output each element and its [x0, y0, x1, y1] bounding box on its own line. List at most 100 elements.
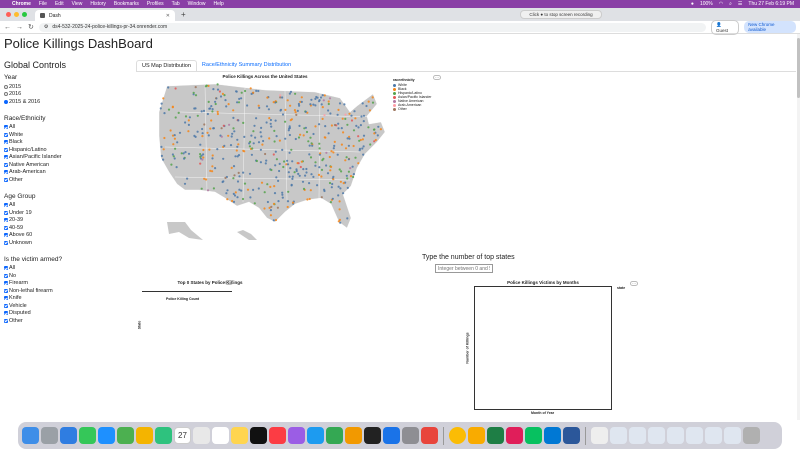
victim-point[interactable] [344, 147, 348, 150]
close-window-button[interactable] [6, 12, 11, 17]
victim-point[interactable] [174, 87, 177, 90]
victim-point[interactable] [232, 127, 235, 130]
control-center-icon[interactable]: ☰ [738, 1, 742, 7]
victim-point[interactable] [304, 174, 307, 177]
victim-point[interactable] [346, 137, 349, 140]
calendar-icon[interactable]: 27 [174, 427, 191, 444]
victim-point[interactable] [211, 157, 214, 160]
victim-point[interactable] [209, 169, 212, 172]
victim-point[interactable] [298, 174, 301, 177]
victim-point[interactable] [338, 168, 341, 171]
victim-point[interactable] [173, 157, 176, 160]
victim-point[interactable] [201, 135, 204, 138]
victim-point[interactable] [188, 116, 191, 119]
victim-point[interactable] [357, 126, 360, 129]
victim-point[interactable] [250, 153, 253, 156]
victim-point[interactable] [187, 119, 190, 122]
victim-point[interactable] [172, 143, 175, 146]
victim-point[interactable] [308, 144, 311, 147]
victim-point[interactable] [288, 133, 291, 137]
victim-point[interactable] [259, 131, 262, 134]
victim-point[interactable] [340, 127, 343, 130]
victim-point[interactable] [206, 189, 210, 192]
victim-point[interactable] [314, 164, 317, 167]
victim-point[interactable] [332, 178, 335, 181]
race-option[interactable]: Asian/Pacific Islander [4, 154, 124, 162]
victim-point[interactable] [214, 100, 217, 103]
victim-point[interactable] [346, 123, 349, 126]
bar-actions-button[interactable]: ··· [225, 280, 233, 285]
victim-point[interactable] [312, 132, 315, 136]
victim-point[interactable] [211, 110, 214, 113]
address-bar[interactable]: ⚙ ds4-532-2025-24-police-killings-pr-34.… [38, 22, 706, 32]
iphone-mirroring-icon[interactable] [421, 427, 438, 444]
victim-point[interactable] [336, 113, 339, 116]
recent-window-icon[interactable] [667, 427, 684, 444]
victim-point[interactable] [331, 182, 334, 186]
victim-point[interactable] [337, 122, 340, 125]
victim-point[interactable] [202, 156, 205, 159]
keynote-icon[interactable] [307, 427, 324, 444]
race-option[interactable]: Other [4, 176, 124, 184]
victim-point[interactable] [281, 148, 284, 151]
checkbox[interactable] [4, 296, 8, 301]
victim-point[interactable] [162, 148, 165, 151]
victim-point[interactable] [269, 122, 272, 125]
victim-point[interactable] [211, 165, 214, 168]
victim-point[interactable] [333, 140, 336, 143]
reload-icon[interactable]: ↻ [28, 23, 34, 31]
site-info-icon[interactable]: ⚙ [44, 24, 48, 30]
victim-point[interactable] [286, 159, 289, 162]
victim-point[interactable] [199, 155, 202, 158]
victim-point[interactable] [318, 166, 321, 169]
victim-point[interactable] [321, 94, 324, 97]
checkbox[interactable] [4, 155, 8, 160]
victim-point[interactable] [284, 108, 287, 111]
recent-window-icon[interactable] [724, 427, 741, 444]
race-option[interactable]: Arab-American [4, 169, 124, 177]
victim-point[interactable] [184, 151, 187, 154]
victim-point[interactable] [171, 105, 174, 108]
forward-icon[interactable]: → [16, 24, 23, 31]
victim-point[interactable] [337, 127, 340, 130]
victim-point[interactable] [216, 148, 219, 151]
victim-point[interactable] [236, 145, 239, 148]
victim-point[interactable] [330, 150, 333, 153]
victim-point[interactable] [339, 187, 342, 190]
victim-point[interactable] [214, 102, 217, 106]
victim-point[interactable] [298, 124, 301, 127]
victim-point[interactable] [176, 141, 179, 144]
checkbox[interactable] [4, 288, 8, 293]
victim-point[interactable] [266, 96, 269, 99]
victim-point[interactable] [304, 110, 307, 113]
victim-point[interactable] [350, 119, 354, 122]
victim-point[interactable] [309, 156, 313, 159]
victim-point[interactable] [227, 134, 230, 137]
victim-point[interactable] [184, 115, 188, 118]
victim-point[interactable] [277, 200, 280, 203]
victim-point[interactable] [237, 171, 240, 174]
victim-point[interactable] [187, 123, 190, 126]
victim-point[interactable] [236, 180, 240, 183]
victim-point[interactable] [289, 119, 292, 122]
victim-point[interactable] [311, 144, 314, 147]
victim-point[interactable] [277, 179, 280, 182]
victim-point[interactable] [211, 154, 214, 157]
victim-point[interactable] [163, 112, 166, 115]
numbers-icon[interactable] [326, 427, 343, 444]
launchpad-icon[interactable] [41, 427, 58, 444]
victim-point[interactable] [352, 129, 356, 132]
victim-point[interactable] [327, 109, 330, 112]
victim-point[interactable] [323, 114, 326, 117]
victim-point[interactable] [331, 197, 334, 200]
victim-point[interactable] [314, 161, 317, 164]
victim-point[interactable] [278, 169, 281, 173]
maps-icon[interactable] [117, 427, 134, 444]
victim-point[interactable] [203, 177, 206, 180]
downloads-stack-icon[interactable] [591, 427, 608, 444]
victim-point[interactable] [184, 121, 187, 124]
victim-point[interactable] [324, 125, 327, 128]
chrome-icon[interactable] [449, 427, 466, 444]
victim-point[interactable] [344, 113, 347, 116]
checkbox[interactable] [4, 218, 8, 223]
